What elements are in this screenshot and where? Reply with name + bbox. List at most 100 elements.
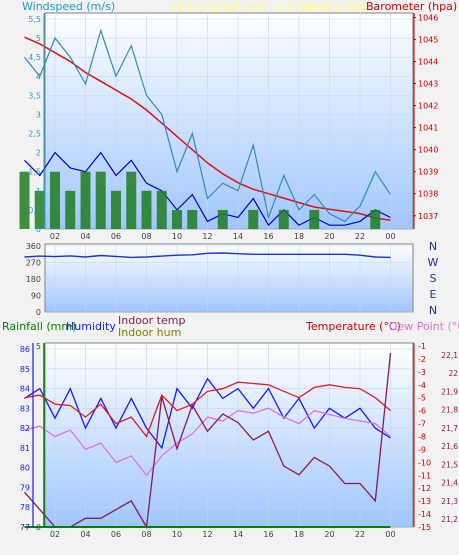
barometer-tick-label: 1041 [418,124,438,133]
indoor-temp-tick-label: 21,8 [441,406,458,415]
windspeed-tick-label: 0,5 [28,206,41,215]
temperature-tick-label: -14 [418,510,431,519]
temperature-humidity-plot-area [44,342,414,528]
wind-bar [156,190,167,229]
time-tick-label: 00 [385,530,395,539]
humidity-tick-label: 80 [20,464,30,473]
indoor-temp-tick-label: 22 [448,369,458,378]
wind-bar [65,190,76,229]
barometer-tick-label: 1045 [418,35,438,44]
compass-letter: N [429,304,437,317]
windspeed-tick-label: 3 [36,110,41,119]
wind-bar [172,209,182,229]
barometer-tick-label: 1044 [418,57,438,66]
time-tick-label: 10 [172,530,182,539]
windspeed-tick-label: 4,5 [28,53,41,62]
wind-bar [278,209,289,229]
indoor-temp-tick-label: 21,7 [441,424,458,433]
compass-letter: S [430,272,437,285]
time-tick-label: 18 [294,530,304,539]
humidity-tick-label: 77 [20,523,30,532]
indoor-temp-tick-label: 21,2 [441,515,458,524]
barometer-tick-label: 1042 [418,102,438,111]
temperature-tick-label: -5 [418,394,426,403]
direction-tick-label: 270 [26,259,41,268]
temperature-tick-label: -6 [418,407,426,416]
indoor-hum-label: Indoor hum [118,326,181,339]
weather-charts: 0 0,5 1 1,5 2 2,5 3 3,5 4 4,5 5 5,5 1037 1038 1039 1040… [2,0,459,539]
direction-tick-label: 180 [26,275,41,284]
indoor-temp-tick-label: 21,6 [441,442,458,451]
compass-letter: W [428,256,439,269]
temperature-tick-label: -8 [418,433,426,442]
barometer-tick-label: 1037 [418,212,438,221]
humidity-tick-label: 84 [20,385,30,394]
time-tick-label: 08 [141,232,151,241]
windspeed-tick-label: 0 [36,225,41,234]
humidity-tick-label: 82 [20,424,30,433]
compass-letter: E [430,288,437,301]
humidity-tick-label: 81 [20,444,30,453]
temperature-axis-label: Temperature (°C) [305,320,401,333]
temperature-tick-label: -2 [418,355,426,364]
temperature-tick-label: -9 [418,445,426,454]
indoor-temp-tick-label: 21,4 [441,479,458,488]
wind-bar [217,209,228,229]
temperature-tick-label: -15 [418,523,431,532]
barometer-tick-label: 1039 [418,168,438,177]
rain-tick-label: 0 [36,523,41,532]
indoor-temp-tick-label: 22,1 [441,351,458,360]
temperature-tick-label: -10 [418,458,431,467]
wind-bar [126,171,137,229]
windspeed-tick-label: 1 [36,187,41,196]
weather-dashboard: 0 0,5 1 1,5 2 2,5 3 3,5 4 4,5 5 5,5 1037 1038 1039 1040… [0,0,459,555]
wind-direction-plot-area [44,243,414,313]
direction-tick-label: 0 [36,308,41,317]
humidity-tick-label: 78 [20,503,30,512]
temperature-tick-label: -12 [418,484,431,493]
barometer-tick-label: 1046 [418,13,438,22]
compass-labels: NWSEN [428,240,439,317]
chart-title: 24 hour graph data : 1.3 February 2009 [170,2,369,13]
wind-bar [370,209,381,229]
wind-bar [309,209,320,229]
time-tick-label: 18 [294,232,304,241]
wind-bar [95,171,106,229]
humidity-axis-label: Humidity [66,320,116,333]
barometer-tick-label: 1038 [418,190,438,199]
time-tick-label: 14 [233,530,243,539]
dew-point-axis-label: Dew Point (°C) [389,320,459,333]
time-tick-label: 12 [202,530,212,539]
time-tick-label: 22 [355,232,365,241]
time-tick-label: 00 [385,232,395,241]
windspeed-tick-label: 2 [36,149,41,158]
humidity-tick-label: 83 [20,404,30,413]
temperature-tick-label: -13 [418,497,431,506]
barometer-axis-label: Barometer (hpa) [366,0,457,13]
time-tick-label: 04 [80,530,90,539]
wind-bar [19,171,30,229]
windspeed-tick-label: 4 [36,72,41,81]
time-tick-label: 02 [50,232,60,241]
wind-bar [248,209,259,229]
humidity-tick-label: 86 [20,345,30,354]
temperature-tick-label: -11 [418,471,431,480]
temperature-tick-label: -7 [418,420,426,429]
time-tick-label: 14 [233,232,243,241]
wind-bar [111,190,121,229]
time-tick-label: 02 [50,530,60,539]
time-tick-label: 04 [80,232,90,241]
direction-tick-label: 360 [26,242,41,251]
time-tick-label: 20 [324,232,334,241]
direction-tick-label: 90 [31,292,41,301]
rain-tick-label: 5 [36,342,41,351]
humidity-tick-label: 79 [20,483,30,492]
windspeed-axis-label: Windspeed (m/s) [22,0,115,13]
time-tick-label: 06 [111,530,121,539]
time-tick-label: 16 [263,232,273,241]
temperature-tick-label: -4 [418,381,426,390]
windspeed-tick-label: 5 [36,34,41,43]
barometer-tick-label: 1043 [418,80,438,89]
humidity-tick-label: 85 [20,365,30,374]
wind-direction-axes: 0 90 180 270 360 [26,242,41,317]
